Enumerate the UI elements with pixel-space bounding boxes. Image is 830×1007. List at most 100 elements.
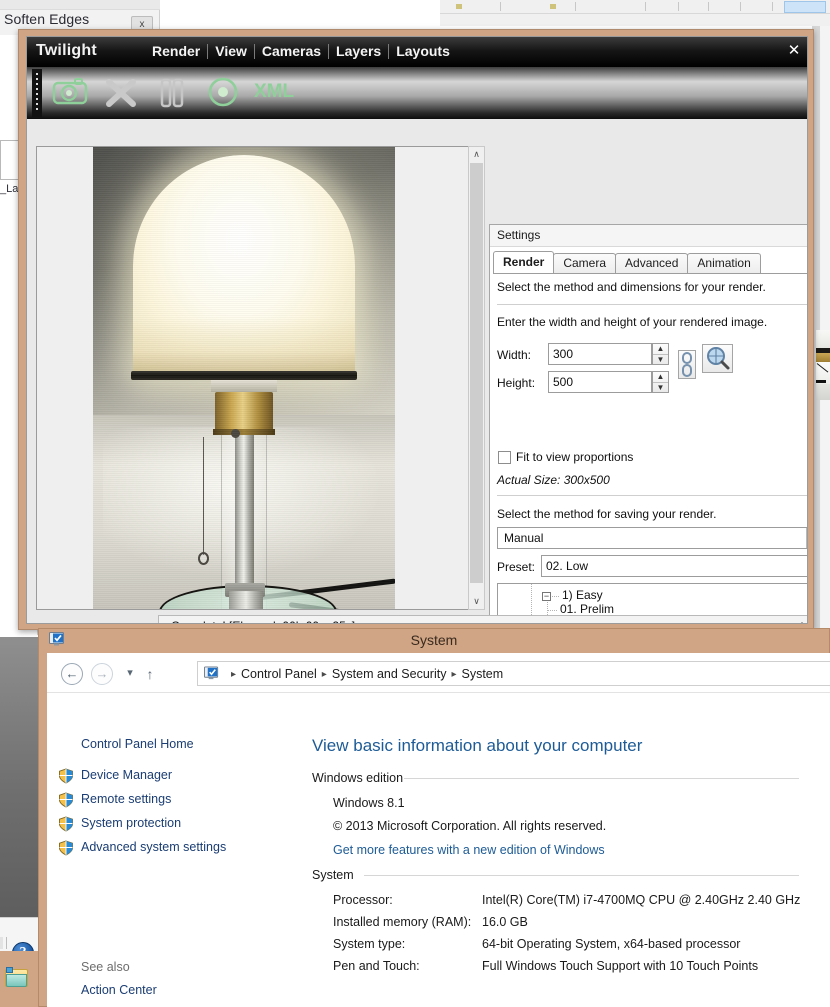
breadcrumb-separator: ▸ — [231, 668, 237, 680]
divider — [497, 304, 807, 305]
save-method-instruction: Select the method for saving your render… — [497, 507, 717, 521]
close-icon[interactable]: ✕ — [785, 42, 803, 60]
stepper-up-icon[interactable]: ▲ — [653, 372, 668, 382]
row-key-pen-and-touch: Pen and Touch: — [333, 959, 420, 973]
pause-icon[interactable] — [151, 71, 193, 113]
row-value-system-type: 64-bit Operating System, x64-based proce… — [482, 937, 741, 951]
system-title-bar[interactable]: System — [39, 629, 829, 653]
stepper-up-icon[interactable]: ▲ — [653, 344, 668, 354]
soften-edges-title: Soften Edges — [4, 11, 90, 27]
target-icon[interactable] — [202, 71, 244, 113]
background-toolbar-strip — [440, 0, 830, 14]
height-label: Height: — [497, 376, 536, 390]
render-intro-text: Select the method and dimensions for you… — [497, 280, 766, 294]
sidebar-item-action-center[interactable]: Action Center — [81, 983, 157, 997]
width-input[interactable] — [548, 343, 652, 365]
background-right-white — [820, 26, 830, 630]
menu-item-view[interactable]: View — [208, 43, 254, 59]
actual-size-text: Actual Size: 300x500 — [497, 473, 610, 487]
toolbar-grip-handle[interactable] — [32, 69, 42, 117]
preset-input[interactable] — [541, 555, 807, 577]
height-stepper[interactable]: ▲ ▼ — [652, 371, 669, 393]
tab-animation[interactable]: Animation — [687, 253, 761, 273]
shield-icon — [58, 768, 74, 784]
scroll-up-icon[interactable]: ∧ — [469, 147, 484, 162]
sidebar-item-control-panel-home[interactable]: Control Panel Home — [81, 737, 194, 751]
sidebar-item-system-protection[interactable]: System protection — [81, 816, 181, 830]
breadcrumb-system-and-security[interactable]: System and Security — [332, 667, 447, 681]
height-input[interactable] — [548, 371, 652, 393]
twilight-render-window: Twilight Render View Cameras Layers Layo… — [18, 29, 814, 630]
page-title: View basic information about your comput… — [312, 736, 643, 755]
breadcrumb-control-panel[interactable]: Control Panel — [241, 667, 317, 681]
breadcrumb-system[interactable]: System — [461, 667, 503, 681]
settings-render-tab-content: Select the method and dimensions for you… — [490, 274, 807, 623]
toolbar-buttons: XML — [49, 71, 295, 113]
breadcrumb-address-field[interactable]: ▸ Control Panel ▸ System and Security ▸ … — [197, 661, 830, 686]
control-panel-sidebar: Control Panel Home Device Manager Remote… — [47, 694, 272, 1007]
tab-camera[interactable]: Camera — [553, 253, 617, 273]
menu-item-layers[interactable]: Layers — [329, 43, 388, 59]
stepper-down-icon[interactable]: ▼ — [653, 355, 668, 365]
system-window-title: System — [410, 632, 458, 648]
back-button[interactable]: ← — [61, 663, 83, 685]
dimensions-instruction-text: Enter the width and height of your rende… — [497, 315, 768, 329]
render-preview-pane[interactable] — [36, 146, 474, 610]
sidebar-item-remote-settings[interactable]: Remote settings — [81, 792, 171, 806]
recent-pages-button[interactable]: ▾ — [123, 666, 137, 679]
row-value-pen-and-touch: Full Windows Touch Support with 10 Touch… — [482, 959, 759, 973]
system-info-main: View basic information about your comput… — [272, 694, 830, 1007]
menu-item-cameras[interactable]: Cameras — [255, 43, 328, 59]
stop-x-icon[interactable] — [100, 71, 142, 113]
system-control-panel-window: System ← → ▾ ↑ ▸ Control Panel ▸ System … — [38, 628, 830, 1007]
camera-render-icon[interactable] — [49, 71, 91, 113]
save-method-dropdown[interactable]: Manual ⌄ — [497, 527, 807, 549]
shield-icon — [58, 816, 74, 832]
link-chain-icon[interactable] — [678, 350, 696, 379]
scroll-down-icon[interactable]: ∨ — [469, 594, 484, 609]
width-stepper[interactable]: ▲ ▼ — [652, 343, 669, 365]
twilight-menu-bar: Render View Cameras Layers Layouts — [145, 43, 457, 59]
render-vertical-scrollbar[interactable]: ∧ ∨ — [468, 146, 485, 610]
divider — [497, 495, 807, 496]
tree-root-node[interactable]: 1) Easy — [562, 588, 603, 602]
stepper-down-icon[interactable]: ▼ — [653, 383, 668, 393]
tree-expander-icon[interactable]: − — [542, 592, 551, 601]
breadcrumb-separator[interactable]: ▸ — [317, 669, 332, 680]
render-status-text: Complete! [Elapsed: 00h 00m 25s] — [171, 619, 355, 623]
twilight-brand-label: Twilight — [36, 42, 97, 59]
fit-to-view-checkbox[interactable] — [498, 451, 511, 464]
twilight-toolbar: XML — [27, 67, 807, 119]
xml-icon[interactable]: XML — [253, 71, 295, 113]
sidebar-item-advanced-system-settings[interactable]: Advanced system settings — [81, 840, 226, 854]
row-key-system-type: System type: — [333, 937, 406, 951]
divider — [364, 875, 799, 876]
settings-panel: Settings ✕ Render Camera Advanced Animat… — [489, 224, 807, 623]
tab-advanced[interactable]: Advanced — [615, 253, 689, 273]
menu-item-layouts[interactable]: Layouts — [389, 43, 457, 59]
twilight-title-bar[interactable]: Twilight Render View Cameras Layers Layo… — [27, 37, 807, 67]
folder-icon[interactable] — [5, 967, 29, 989]
get-more-features-link[interactable]: Get more features with a new edition of … — [333, 843, 605, 857]
tab-render[interactable]: Render — [493, 251, 555, 273]
magnifier-preview-icon[interactable] — [702, 344, 733, 373]
group-label-system: System — [312, 868, 360, 882]
row-key-installed-memory: Installed memory (RAM): — [333, 915, 472, 929]
background-toolbar-filler — [440, 14, 830, 26]
tree-item-01-prelim[interactable]: 01. Prelim — [560, 602, 614, 616]
background-thumbnail-image — [816, 330, 830, 400]
sidebar-item-device-manager[interactable]: Device Manager — [81, 768, 172, 782]
scrollbar-thumb[interactable] — [470, 163, 483, 583]
divider — [404, 778, 799, 779]
resize-grip-icon[interactable] — [794, 622, 804, 623]
settings-tab-bar: Render Camera Advanced Animation ▾ — [493, 251, 807, 274]
menu-item-render[interactable]: Render — [145, 43, 207, 59]
preset-label: Preset: — [497, 560, 536, 574]
breadcrumb-separator[interactable]: ▸ — [446, 669, 461, 680]
up-button[interactable]: ↑ — [143, 666, 157, 682]
twilight-window-client: Twilight Render View Cameras Layers Layo… — [26, 36, 808, 624]
chevron-down-icon[interactable]: ⌄ — [806, 528, 807, 548]
twilight-body: ∧ ∨ Settings ✕ Render Camera Advanced An… — [27, 119, 807, 623]
group-label-windows-edition: Windows edition — [312, 771, 410, 785]
forward-button[interactable]: → — [91, 663, 113, 685]
